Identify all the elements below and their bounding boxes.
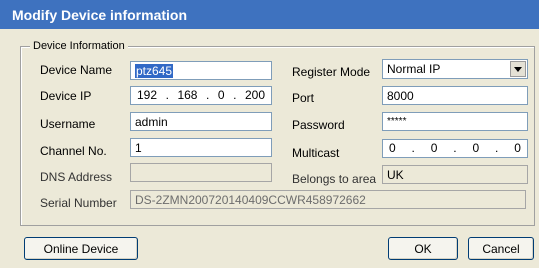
serial-number-input: DS-2ZMN200720140409CCWR458972662 [130, 190, 526, 209]
register-mode-label: Register Mode [292, 65, 371, 79]
device-ip-octet-3: 0 [217, 88, 225, 102]
device-ip-octet-4: 200 [244, 88, 265, 102]
modify-device-dialog: Modify Device information Device Informa… [0, 0, 539, 268]
ip-dot: . [165, 88, 169, 102]
ip-dot: . [453, 141, 457, 155]
register-mode-select[interactable]: Normal IP [382, 59, 528, 79]
cancel-button[interactable]: Cancel [468, 237, 534, 260]
chevron-down-icon[interactable] [510, 61, 526, 77]
port-input[interactable]: 8000 [382, 86, 528, 105]
device-ip-octet-1: 192 [137, 88, 158, 102]
ip-dot: . [233, 88, 237, 102]
channel-no-input[interactable]: 1 [130, 138, 272, 157]
ip-dot: . [411, 141, 415, 155]
password-label: Password [292, 118, 345, 132]
multicast-label: Multicast [292, 146, 340, 160]
online-device-button[interactable]: Online Device [24, 237, 138, 260]
ip-dot: . [495, 141, 499, 155]
multicast-octet-1: 0 [389, 141, 396, 155]
username-label: Username [40, 117, 96, 131]
multicast-input[interactable]: 0. 0. 0. 0 [382, 139, 528, 158]
ip-dot: . [206, 88, 210, 102]
device-name-value: ptz645 [135, 64, 174, 78]
device-ip-octet-2: 168 [177, 88, 198, 102]
channel-no-label: Channel No. [40, 144, 107, 158]
group-legend: Device Information [30, 40, 128, 52]
device-name-input[interactable]: ptz645 [130, 61, 272, 80]
belongs-to-area-label: Belongs to area [292, 172, 377, 186]
device-name-label: Device Name [40, 63, 113, 77]
multicast-octet-4: 0 [514, 141, 521, 155]
belongs-to-area-input: UK [382, 165, 528, 184]
device-ip-label: Device IP [40, 89, 92, 103]
username-input[interactable]: admin [130, 112, 272, 131]
dialog-title: Modify Device information [0, 0, 539, 29]
dns-address-label: DNS Address [40, 170, 113, 184]
multicast-octet-3: 0 [472, 141, 480, 155]
ok-button[interactable]: OK [388, 237, 458, 260]
dns-address-input [130, 163, 272, 182]
port-label: Port [292, 91, 315, 105]
password-input[interactable]: ***** [382, 112, 528, 131]
device-ip-input[interactable]: 192. 168. 0. 200 [130, 86, 272, 105]
multicast-octet-2: 0 [430, 141, 438, 155]
register-mode-value: Normal IP [387, 62, 441, 76]
serial-number-label: Serial Number [40, 196, 117, 210]
